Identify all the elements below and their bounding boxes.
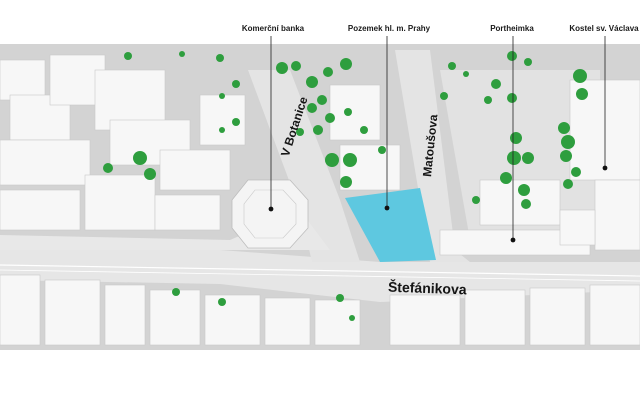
map-drawing [0, 0, 640, 400]
label-kostel: Kostel sv. Václava [569, 24, 639, 33]
label-komercni-banka: Komerční banka [241, 24, 305, 33]
street-label-stefanikova: Štefánikova [387, 278, 467, 298]
map-canvas: Komerční banka Pozemek hl. m. Prahy Port… [0, 0, 640, 400]
label-portheimka: Portheimka [490, 24, 534, 33]
label-pozemek: Pozemek hl. m. Prahy [347, 24, 431, 33]
